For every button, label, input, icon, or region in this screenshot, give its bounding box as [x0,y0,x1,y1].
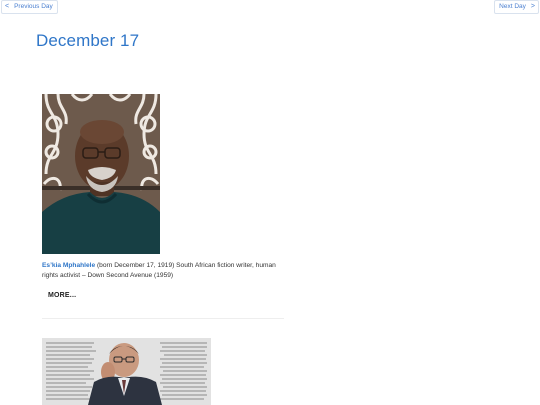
previous-day-label: Previous Day [14,3,53,10]
page: < Previous Day Next Day > December 17 Es… [0,0,540,405]
author-photo[interactable] [42,94,160,254]
author-photo-2[interactable] [42,338,211,405]
chevron-left-icon: < [5,3,10,10]
entry-caption: Es’kia Mphahlele (born December 17, 1919… [42,261,286,281]
next-day-label: Next Day [499,3,526,10]
more-button[interactable]: MORE... [48,292,76,299]
entry-divider [42,318,284,319]
author-portrait-image-2 [42,338,211,405]
page-title: December 17 [36,31,140,50]
previous-day-button[interactable]: < Previous Day [1,0,58,14]
author-name-link[interactable]: Es’kia Mphahlele [42,262,95,269]
next-day-button[interactable]: Next Day > [494,0,539,14]
author-portrait-image [42,94,160,254]
chevron-right-icon: > [530,3,535,10]
